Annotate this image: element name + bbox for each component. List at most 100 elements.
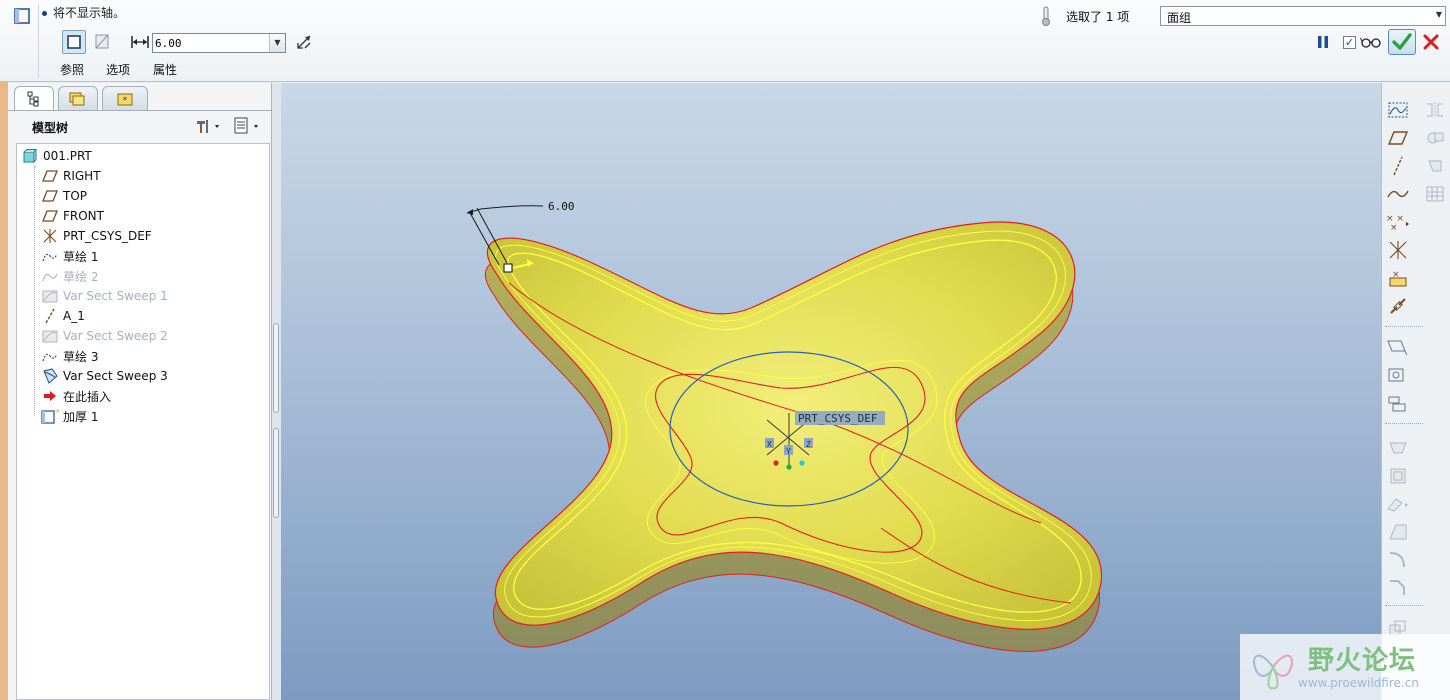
model-tree-title: 模型树 <box>32 121 69 135</box>
chevron-down-icon: ▼ <box>1435 10 1442 19</box>
analysis-feature-button[interactable]: × <box>1385 265 1411 291</box>
round-button <box>1385 547 1411 573</box>
thickness-input[interactable] <box>155 35 267 51</box>
forum-watermark: 野火论坛 www.proewildfire.cn <box>1240 634 1450 700</box>
panel-splitter[interactable] <box>272 83 281 700</box>
draft-icon <box>1389 524 1407 540</box>
sweep-blend-icon <box>1388 396 1406 412</box>
draft-button <box>1385 519 1411 545</box>
extrude-button[interactable] <box>1385 335 1411 361</box>
x-axis-label: X <box>767 440 772 449</box>
origin-x-dot <box>773 460 779 466</box>
tree-item-sketch1[interactable]: 草绘 1 <box>41 246 98 266</box>
tab-references[interactable]: 参照 <box>60 61 84 78</box>
favorites-folder-icon: * <box>117 93 133 106</box>
tree-item-front[interactable]: FRONT <box>41 206 104 226</box>
cancel-button[interactable] <box>1420 31 1442 53</box>
pattern-button <box>1422 181 1448 207</box>
svg-text:*: * <box>123 96 128 106</box>
sweep-icon <box>41 328 59 344</box>
tree-item-insert-here[interactable]: 在此插入 <box>41 386 111 406</box>
flip-direction-button[interactable] <box>292 30 316 54</box>
tab-options[interactable]: 选项 <box>106 61 130 78</box>
tree-item-thicken1[interactable]: * 加厚 1 <box>41 406 98 426</box>
model-tree-icon <box>27 91 39 107</box>
sweep-blend-button[interactable] <box>1385 391 1411 417</box>
tree-item-label: 001.PRT <box>43 149 92 163</box>
shell-button <box>1385 463 1411 489</box>
sketch-tool-icon <box>1388 102 1408 118</box>
thicken-feature-icon <box>14 8 30 24</box>
tree-item-sketch2[interactable]: 草绘 2 <box>41 266 98 286</box>
tab-folder-browser[interactable] <box>58 86 98 110</box>
chevron-down-icon[interactable]: ▼ <box>269 34 285 52</box>
revolve-button[interactable] <box>1385 363 1411 389</box>
toolbar-separator <box>1385 605 1423 606</box>
tree-item-top[interactable]: TOP <box>41 186 87 206</box>
tree-item-axis[interactable]: A_1 <box>41 306 85 326</box>
tab-model-tree[interactable] <box>14 86 54 111</box>
mirror-button <box>1422 97 1448 123</box>
selection-filter-select[interactable]: 面组 ▼ <box>1160 6 1446 26</box>
datum-point-button[interactable]: × × × <box>1385 209 1411 235</box>
tree-item-label: 在此插入 <box>63 389 112 404</box>
origin-z-dot <box>799 460 805 466</box>
pause-button[interactable] <box>1313 32 1333 52</box>
verify-preview-button[interactable] <box>1359 32 1383 52</box>
tree-item-vss3[interactable]: Var Sect Sweep 3 <box>41 366 168 386</box>
tree-item-vss2[interactable]: Var Sect Sweep 2 <box>41 326 168 346</box>
chain-icon <box>1390 298 1406 314</box>
merge-icon <box>1427 132 1444 144</box>
tree-item-sketch3[interactable]: 草绘 3 <box>41 346 98 366</box>
revolve-icon <box>1388 368 1404 382</box>
thermometer-icon <box>1042 6 1050 26</box>
datum-csys-button[interactable] <box>1385 237 1411 263</box>
glasses-icon <box>1360 37 1381 48</box>
watermark-text: 野火论坛 <box>1308 646 1417 676</box>
model-tree: 001.PRT RIGHT TOP FRONT PRT_CSYS_DEF 草绘 … <box>16 143 270 700</box>
surface-thicken-icon <box>95 34 109 49</box>
datum-curve-icon <box>1387 190 1409 198</box>
tree-settings-button[interactable] <box>232 117 264 135</box>
message-line: 将不显示轴。 <box>42 4 125 21</box>
thickness-dimension-icon <box>128 30 152 54</box>
tree-item-right[interactable]: RIGHT <box>41 166 101 186</box>
tab-properties[interactable]: 属性 <box>153 61 177 78</box>
tree-item-label: 草绘 1 <box>63 249 99 264</box>
tab-favorites[interactable]: * <box>102 86 148 110</box>
graphics-window[interactable]: PRT_CSYS_DEF X Y Z 6.00 <box>281 83 1381 700</box>
watermark-url: www.proewildfire.cn <box>1298 676 1419 690</box>
hole-button <box>1385 435 1411 461</box>
pause-icon <box>1318 36 1328 48</box>
splitter-grip[interactable] <box>273 323 279 413</box>
datum-plane-button[interactable] <box>1385 125 1411 151</box>
datum-axis-button[interactable] <box>1385 153 1411 179</box>
drag-handle[interactable] <box>503 263 513 273</box>
model-view[interactable]: PRT_CSYS_DEF X Y Z 6.00 <box>281 83 1381 700</box>
part-icon <box>21 148 39 164</box>
datum-plane-icon <box>41 208 59 224</box>
sketch-icon <box>41 268 59 284</box>
preview-checkbox[interactable]: ✓ <box>1343 36 1356 49</box>
svg-text:×: × <box>1392 270 1400 280</box>
selection-filter-value: 面组 <box>1167 11 1192 25</box>
solid-thicken-button[interactable] <box>62 30 86 54</box>
tree-item-label: PRT_CSYS_DEF <box>63 229 152 243</box>
chain-tool-button[interactable] <box>1385 293 1411 319</box>
tree-item-vss1[interactable]: Var Sect Sweep 1 <box>41 286 168 306</box>
datum-toolbar: × × × × <box>1381 83 1450 700</box>
surface-thicken-button[interactable] <box>90 30 114 54</box>
window-edge-stripe <box>0 0 8 700</box>
splitter-grip[interactable] <box>273 428 279 518</box>
tree-tools-button[interactable] <box>194 117 224 135</box>
butterfly-logo-icon <box>1253 654 1293 690</box>
ok-button[interactable] <box>1388 29 1416 55</box>
thickness-value-combo[interactable]: ▼ <box>152 33 286 53</box>
tree-item-label: 加厚 1 <box>63 409 99 424</box>
tree-item-csys[interactable]: PRT_CSYS_DEF <box>41 226 152 246</box>
hammer-wrench-icon <box>197 120 219 133</box>
datum-curve-button[interactable] <box>1385 181 1411 207</box>
tree-item-part[interactable]: 001.PRT <box>21 146 92 166</box>
sketch-tool-button[interactable] <box>1385 97 1411 123</box>
folders-icon <box>69 92 85 105</box>
